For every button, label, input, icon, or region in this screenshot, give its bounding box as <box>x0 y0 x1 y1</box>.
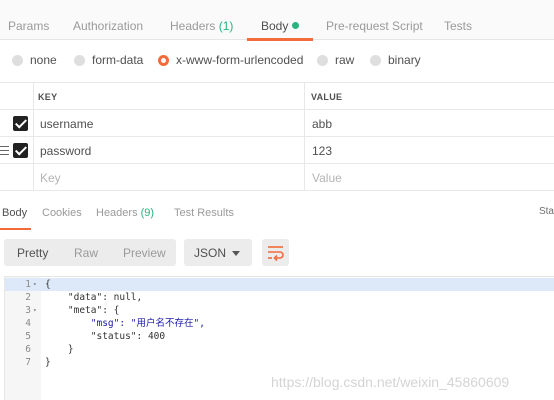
code-line: 4 "msg": "用户名不存在", <box>5 317 554 330</box>
line-number: 6 <box>25 344 31 355</box>
response-tab-cookies[interactable]: Cookies <box>42 207 82 219</box>
table-row: password 123 <box>0 137 554 164</box>
key-cell[interactable]: username <box>40 117 93 131</box>
tab-params[interactable]: Params <box>8 0 49 40</box>
wrap-lines-button[interactable] <box>262 239 289 266</box>
drag-handle-icon[interactable] <box>0 146 9 155</box>
tab-label: Params <box>8 19 50 33</box>
code-text: "meta": { <box>45 305 120 316</box>
value-cell[interactable]: 123 <box>312 144 332 158</box>
tab-label: Tests <box>444 19 473 33</box>
table-header-row: KEY VALUE <box>0 82 554 110</box>
response-tab-body[interactable]: Body <box>0 207 32 230</box>
radio-circle-icon <box>74 54 85 66</box>
format-select-value: JSON <box>194 246 227 260</box>
radio-x-www-form-urlencoded[interactable]: x-www-form-urlencoded <box>158 53 303 67</box>
view-mode-group: Pretty Raw Preview <box>4 239 176 266</box>
tab-label: Headers <box>96 207 138 219</box>
radio-binary[interactable]: binary <box>370 53 421 67</box>
new-value-input[interactable]: Value <box>312 171 342 185</box>
fold-arrow-icon[interactable]: ▾ <box>33 278 37 291</box>
code-text: "status": 400 <box>45 331 166 342</box>
pretty-button[interactable]: Pretty <box>17 246 48 260</box>
column-divider <box>304 110 305 136</box>
radio-label: raw <box>335 53 355 67</box>
code-text: } <box>45 344 74 355</box>
tab-label: Headers <box>170 19 216 33</box>
code-text: } <box>45 357 51 368</box>
table-row: username abb <box>0 110 554 137</box>
new-key-input[interactable]: Key <box>40 171 61 185</box>
request-tabs: Params Authorization Headers (1) Body Pr… <box>0 0 554 41</box>
line-number: 2 <box>25 292 31 303</box>
tab-label: Authorization <box>73 19 144 33</box>
value-column-header: VALUE <box>311 92 343 102</box>
code-text: "data": null, <box>45 292 143 303</box>
column-divider <box>304 83 305 109</box>
chevron-down-icon <box>232 251 240 256</box>
column-divider <box>33 137 34 163</box>
raw-button[interactable]: Raw <box>74 246 98 260</box>
tab-authorization[interactable]: Authorization <box>73 0 143 40</box>
radio-circle-icon <box>158 54 169 66</box>
body-type-options: none form-data x-www-form-urlencoded raw… <box>0 41 554 79</box>
code-text: "msg": "用户名不存在", <box>45 318 205 329</box>
tab-pre-request-script[interactable]: Pre-request Script <box>326 0 423 40</box>
column-divider <box>33 110 34 136</box>
line-number: 1 <box>25 279 31 290</box>
body-active-dot-icon <box>292 22 300 29</box>
watermark: https://blog.csdn.net/weixin_45860609 <box>271 374 510 390</box>
column-divider <box>33 83 34 109</box>
headers-count: (1) <box>218 19 234 33</box>
response-toolbar: Pretty Raw Preview JSON <box>0 236 554 270</box>
code-line: 6 } <box>5 343 554 356</box>
radio-label: x-www-form-urlencoded <box>176 53 304 67</box>
radio-none[interactable]: none <box>12 53 57 67</box>
column-divider <box>304 164 305 190</box>
response-tab-headers[interactable]: Headers (9) <box>96 207 154 219</box>
code-line: 1 ▾ { <box>5 278 554 291</box>
code-line: 2 "data": null, <box>5 291 554 304</box>
code-line: 5 "status": 400 <box>5 330 554 343</box>
value-cell[interactable]: abb <box>312 117 332 131</box>
line-number: 3 <box>25 305 31 316</box>
radio-label: form-data <box>92 53 144 67</box>
response-tabs: Body Cookies Headers (9) Test Results St… <box>0 196 554 230</box>
tab-headers[interactable]: Headers (1) <box>170 0 233 40</box>
row-enabled-checkbox[interactable] <box>13 143 28 158</box>
code-line: 7 } <box>5 356 554 369</box>
preview-button[interactable]: Preview <box>123 246 166 260</box>
wrap-lines-icon <box>268 246 284 262</box>
radio-label: none <box>30 53 57 67</box>
table-row-new: Key Value <box>0 164 554 191</box>
radio-circle-icon <box>370 54 381 66</box>
fold-arrow-icon[interactable]: ▾ <box>33 304 37 317</box>
tab-tests[interactable]: Tests <box>444 0 472 40</box>
radio-label: binary <box>388 53 421 67</box>
radio-circle-icon <box>12 54 23 66</box>
line-number: 4 <box>25 318 31 329</box>
code-text: { <box>45 279 51 290</box>
params-table: KEY VALUE username abb password 123 Key … <box>0 82 554 191</box>
radio-form-data[interactable]: form-data <box>74 53 143 67</box>
line-number: 7 <box>25 357 31 368</box>
row-enabled-checkbox[interactable] <box>13 116 28 131</box>
radio-raw[interactable]: raw <box>317 53 354 67</box>
response-tab-test-results[interactable]: Test Results <box>174 207 234 219</box>
code-line: 3 ▾ "meta": { <box>5 304 554 317</box>
column-divider <box>304 137 305 163</box>
line-number: 5 <box>25 331 31 342</box>
key-column-header: KEY <box>38 92 58 102</box>
radio-circle-icon <box>317 54 328 66</box>
column-divider <box>33 164 34 190</box>
tab-label: Pre-request Script <box>326 19 423 33</box>
status-label: Sta <box>538 206 554 217</box>
tab-body[interactable]: Body <box>246 0 314 41</box>
format-select[interactable]: JSON <box>184 239 252 266</box>
key-cell[interactable]: password <box>40 144 91 158</box>
tab-label: Body <box>261 19 289 33</box>
headers-count: (9) <box>140 207 155 219</box>
